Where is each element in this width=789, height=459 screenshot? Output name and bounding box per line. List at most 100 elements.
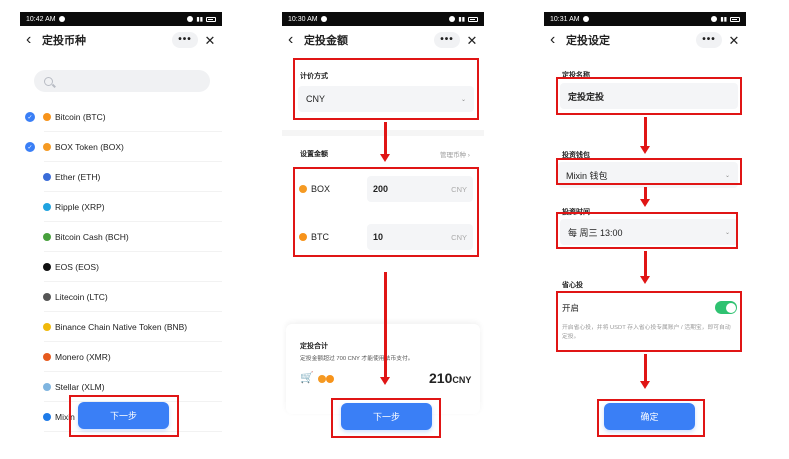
- manage-coins-link[interactable]: 管理币种 ›: [440, 149, 470, 159]
- coin-label: Bitcoin (BTC): [55, 112, 106, 122]
- coin-icon: [43, 293, 51, 301]
- tutorial-canvas: 10:42 AM ▮▮ ‹ 定投币种 ••• ✕ ✓ Bitcoin (BTC) ✓…: [0, 0, 789, 459]
- nav-bar: ‹ 定投币种 ••• ✕: [20, 26, 222, 54]
- check-icon: [25, 262, 35, 272]
- annotation-box-next-1: [69, 395, 179, 437]
- more-button[interactable]: •••: [434, 32, 460, 48]
- coin-icon: [43, 383, 51, 391]
- coin-list-item[interactable]: EOS (EOS): [20, 252, 222, 282]
- close-icon[interactable]: ✕: [728, 34, 740, 47]
- summary-note: 定投金额超过 700 CNY 才能使用法币支付。: [300, 356, 414, 362]
- battery-icon: [468, 16, 478, 22]
- coin-icon: [43, 323, 51, 331]
- battery-icon: [206, 16, 216, 22]
- page-title: 定投币种: [42, 35, 86, 47]
- coin-list-item[interactable]: Litecoin (LTC): [20, 282, 222, 312]
- coin-list-item[interactable]: ✓ BOX Token (BOX): [20, 132, 222, 162]
- amount-label: 设置金额: [300, 151, 328, 158]
- notification-icon: [582, 16, 589, 22]
- coin-list-item[interactable]: ✓ Bitcoin (BTC): [20, 102, 222, 132]
- back-arrow-icon[interactable]: ‹: [288, 32, 302, 48]
- annotation-box-time: [556, 212, 738, 249]
- annotation-box-wallet: [556, 158, 742, 185]
- search-icon: [44, 76, 53, 86]
- search-input[interactable]: [34, 70, 210, 92]
- check-icon: [25, 322, 35, 332]
- coin-list-item[interactable]: Ripple (XRP): [20, 192, 222, 222]
- signal-icon: ▮▮: [196, 16, 203, 23]
- signal-icon: ▮▮: [720, 16, 727, 23]
- check-icon: [25, 292, 35, 302]
- coin-label: EOS (EOS): [55, 262, 99, 272]
- coin-icon: [43, 173, 51, 181]
- coin-label: BOX Token (BOX): [55, 142, 124, 152]
- check-icon: [25, 202, 35, 212]
- status-bar: 10:42 AM ▮▮: [20, 12, 222, 26]
- nav-bar: ‹ 定投金额 ••• ✕: [282, 26, 484, 54]
- annotation-box-name: [556, 77, 742, 115]
- check-icon: [25, 352, 35, 362]
- total-value: 210: [429, 370, 453, 386]
- coin-icon: [43, 143, 51, 151]
- annotation-arrow: [640, 187, 649, 207]
- signal-icon: ▮▮: [458, 16, 465, 23]
- annotation-arrow: [380, 272, 389, 385]
- check-icon: ✓: [25, 142, 35, 152]
- annotation-box-amounts: [293, 167, 479, 257]
- divider: [282, 130, 484, 136]
- status-bar: 10:30 AM ▮▮: [282, 12, 484, 26]
- check-icon: [25, 412, 35, 422]
- coin-list-item[interactable]: Bitcoin Cash (BCH): [20, 222, 222, 252]
- saver-label: 省心投: [562, 282, 583, 289]
- coin-icon: [43, 413, 51, 421]
- coin-label: Bitcoin Cash (BCH): [55, 232, 129, 242]
- status-time: 10:42 AM: [26, 15, 56, 23]
- coin-icon: [43, 113, 51, 121]
- total-amount: 210CNY: [429, 370, 471, 386]
- check-icon: ✓: [25, 112, 35, 122]
- summary-title: 定投合计: [300, 343, 328, 350]
- coin-list-item[interactable]: Binance Chain Native Token (BNB): [20, 312, 222, 342]
- total-unit: CNY: [452, 375, 472, 385]
- coin-label: Ether (ETH): [55, 172, 101, 182]
- status-time: 10:30 AM: [288, 15, 318, 23]
- coin-label: Monero (XMR): [55, 352, 111, 362]
- btc-coin-icon: [326, 375, 334, 383]
- nav-bar: ‹ 定投设定 ••• ✕: [544, 26, 746, 54]
- close-icon[interactable]: ✕: [466, 34, 478, 47]
- annotation-arrow: [640, 117, 649, 154]
- coin-list: ✓ Bitcoin (BTC) ✓ BOX Token (BOX) Ether (ETH…: [20, 102, 222, 432]
- coin-label: Litecoin (LTC): [55, 292, 108, 302]
- alarm-icon: [449, 16, 456, 22]
- phone-screen-coin-select: 10:42 AM ▮▮ ‹ 定投币种 ••• ✕ ✓ Bitcoin (BTC) ✓…: [20, 12, 222, 450]
- back-arrow-icon[interactable]: ‹: [550, 32, 564, 48]
- coin-label: Stellar (XLM): [55, 382, 105, 392]
- check-icon: [25, 232, 35, 242]
- coin-icon: [43, 233, 51, 241]
- alarm-icon: [187, 16, 194, 22]
- page-title: 定投设定: [566, 35, 610, 47]
- back-arrow-icon[interactable]: ‹: [26, 32, 40, 48]
- status-bar: 10:31 AM ▮▮: [544, 12, 746, 26]
- page-title: 定投金额: [304, 35, 348, 47]
- coin-list-item[interactable]: Monero (XMR): [20, 342, 222, 372]
- coin-list-item[interactable]: Ether (ETH): [20, 162, 222, 192]
- annotation-box-saver: [556, 291, 742, 352]
- notification-icon: [58, 16, 65, 22]
- status-time: 10:31 AM: [550, 15, 580, 23]
- annotation-box-pricing: [293, 58, 479, 120]
- more-button[interactable]: •••: [172, 32, 198, 48]
- notification-icon: [320, 16, 327, 22]
- annotation-box-next-2: [331, 398, 441, 438]
- battery-icon: [730, 16, 740, 22]
- close-icon[interactable]: ✕: [204, 34, 216, 47]
- annotation-arrow: [640, 251, 649, 284]
- coin-icon: [43, 203, 51, 211]
- coin-label: Ripple (XRP): [55, 202, 105, 212]
- alarm-icon: [711, 16, 718, 22]
- more-button[interactable]: •••: [696, 32, 722, 48]
- check-icon: [25, 172, 35, 182]
- coin-icon: [43, 353, 51, 361]
- coin-label: Binance Chain Native Token (BNB): [55, 322, 188, 332]
- annotation-arrow: [640, 354, 649, 389]
